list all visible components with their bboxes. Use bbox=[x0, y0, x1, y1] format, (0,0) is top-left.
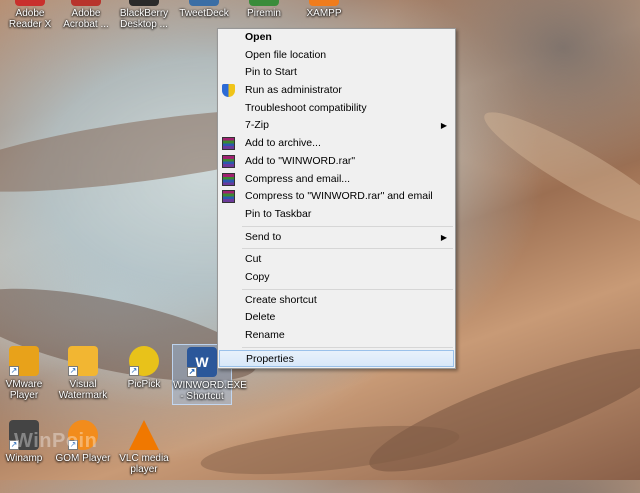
menu-item-properties[interactable]: Properties bbox=[219, 349, 454, 368]
desktop-icon-label: Piremin bbox=[247, 8, 281, 19]
word-icon: W ↗ bbox=[187, 347, 217, 377]
menu-item-rename[interactable]: Rename bbox=[218, 327, 455, 345]
desktop-icon-label: GOM Player bbox=[55, 453, 111, 464]
menu-item-label: Rename bbox=[245, 329, 285, 341]
menu-item-label: Add to archive... bbox=[245, 137, 321, 150]
desktop-icon-label: VMware Player bbox=[5, 379, 43, 401]
vlc-icon bbox=[129, 420, 159, 450]
desktop-icon-label: Visual Watermark bbox=[58, 379, 108, 401]
menu-item-label: Compress to "WINWORD.rar" and email bbox=[245, 190, 433, 203]
visual-watermark-icon: ↗ bbox=[68, 346, 98, 376]
menu-item-cut[interactable]: Cut bbox=[218, 251, 455, 269]
desktop-icon-xampp[interactable]: XAMPP bbox=[294, 0, 354, 19]
menu-item-troubleshoot-compatibility[interactable]: Troubleshoot compatibility bbox=[218, 100, 455, 118]
desktop-icon-label: WINWORD.EXE - Shortcut bbox=[173, 380, 247, 402]
adobe-reader-icon bbox=[15, 0, 45, 6]
desktop-icon-label: Adobe Reader X bbox=[8, 8, 52, 30]
desktop-icon-blackberry[interactable]: BlackBerry Desktop ... bbox=[114, 0, 174, 30]
menu-item-copy[interactable]: Copy bbox=[218, 269, 455, 287]
submenu-arrow-icon: ▶ bbox=[440, 232, 447, 242]
winrar-icon bbox=[222, 190, 235, 204]
menu-item-add-to-archive[interactable]: Add to archive... bbox=[218, 135, 455, 153]
desktop-icon-label: Adobe Acrobat ... bbox=[63, 8, 109, 30]
menu-item-label: Properties bbox=[246, 352, 294, 365]
submenu-arrow-icon: ▶ bbox=[440, 121, 447, 131]
menu-item-label: Create shortcut bbox=[245, 293, 317, 306]
menu-separator bbox=[242, 346, 453, 348]
winrar-icon bbox=[222, 154, 235, 168]
menu-separator bbox=[242, 288, 453, 290]
adobe-acrobat-icon bbox=[71, 0, 101, 6]
menu-item-label: Open file location bbox=[245, 48, 327, 61]
winrar-icon bbox=[222, 172, 235, 186]
menu-item-open-file-location[interactable]: Open file location bbox=[218, 47, 455, 65]
menu-item-label: Run as administrator bbox=[245, 84, 342, 97]
desktop-icon-adobe-acrobat[interactable]: Adobe Acrobat ... bbox=[56, 0, 116, 30]
winrar-icon bbox=[222, 137, 235, 151]
desktop-icon-label: PicPick bbox=[127, 379, 161, 390]
menu-item-label: Send to bbox=[245, 230, 282, 243]
menu-item-label: Copy bbox=[245, 270, 270, 283]
xampp-icon bbox=[309, 0, 339, 6]
shortcut-arrow-icon: ↗ bbox=[187, 367, 197, 377]
menu-item-delete[interactable]: Delete bbox=[218, 309, 455, 327]
shortcut-arrow-icon: ↗ bbox=[68, 366, 78, 376]
desktop-icon-label: BlackBerry Desktop ... bbox=[119, 8, 169, 30]
menu-item-pin-to-taskbar[interactable]: Pin to Taskbar bbox=[218, 206, 455, 224]
desktop-icon-visual-watermark[interactable]: ↗ Visual Watermark bbox=[53, 346, 113, 401]
menu-item-run-as-administrator[interactable]: Run as administrator bbox=[218, 82, 455, 100]
menu-item-label: 7-Zip bbox=[245, 119, 269, 132]
desktop-icon-label: TweetDeck bbox=[179, 8, 229, 19]
menu-item-label: Delete bbox=[245, 311, 276, 324]
menu-item-label: Open bbox=[245, 31, 272, 43]
menu-item-compress-to-winword-rar-and-email[interactable]: Compress to "WINWORD.rar" and email bbox=[218, 188, 455, 206]
picpick-icon: ↗ bbox=[129, 346, 159, 376]
desktop-icon-vmware[interactable]: ↗ VMware Player bbox=[0, 346, 54, 401]
menu-item-label: Cut bbox=[245, 253, 262, 266]
menu-item-create-shortcut[interactable]: Create shortcut bbox=[218, 292, 455, 310]
desktop-icon-label: Winamp bbox=[5, 453, 43, 464]
desktop-icon-adobe-reader[interactable]: Adobe Reader X bbox=[0, 0, 60, 30]
menu-item-open[interactable]: Open bbox=[218, 29, 455, 47]
menu-item-add-to-winword-rar[interactable]: Add to "WINWORD.rar" bbox=[218, 153, 455, 171]
desktop-icon-label: VLC media player bbox=[119, 453, 169, 475]
menu-item-7zip[interactable]: 7-Zip ▶ bbox=[218, 117, 455, 135]
menu-item-label: Pin to Start bbox=[245, 66, 297, 79]
uac-shield-icon bbox=[222, 84, 235, 98]
desktop-icon-tweetdeck[interactable]: TweetDeck bbox=[174, 0, 234, 19]
piremin-icon bbox=[249, 0, 279, 6]
desktop-icon-vlc[interactable]: VLC media player bbox=[114, 420, 174, 475]
desktop-icon-label: XAMPP bbox=[306, 8, 342, 19]
blackberry-icon bbox=[129, 0, 159, 6]
shortcut-arrow-icon: ↗ bbox=[9, 366, 19, 376]
menu-item-compress-and-email[interactable]: Compress and email... bbox=[218, 171, 455, 189]
menu-item-label: Compress and email... bbox=[245, 172, 351, 185]
watermark-text: WinPoin bbox=[14, 430, 98, 452]
tweetdeck-icon bbox=[189, 0, 219, 6]
desktop-icon-piremin[interactable]: Piremin bbox=[234, 0, 294, 19]
menu-separator bbox=[242, 225, 453, 227]
menu-separator bbox=[242, 248, 453, 250]
vmware-icon: ↗ bbox=[9, 346, 39, 376]
context-menu: Open Open file location Pin to Start Run… bbox=[217, 28, 456, 369]
menu-item-label: Pin to Taskbar bbox=[245, 207, 312, 220]
menu-item-label: Troubleshoot compatibility bbox=[245, 101, 367, 114]
menu-item-label: Add to "WINWORD.rar" bbox=[245, 154, 356, 167]
menu-item-pin-to-start[interactable]: Pin to Start bbox=[218, 64, 455, 82]
shortcut-arrow-icon: ↗ bbox=[129, 366, 139, 376]
menu-item-send-to[interactable]: Send to ▶ bbox=[218, 229, 455, 247]
desktop-icon-picpick[interactable]: ↗ PicPick bbox=[114, 346, 174, 390]
